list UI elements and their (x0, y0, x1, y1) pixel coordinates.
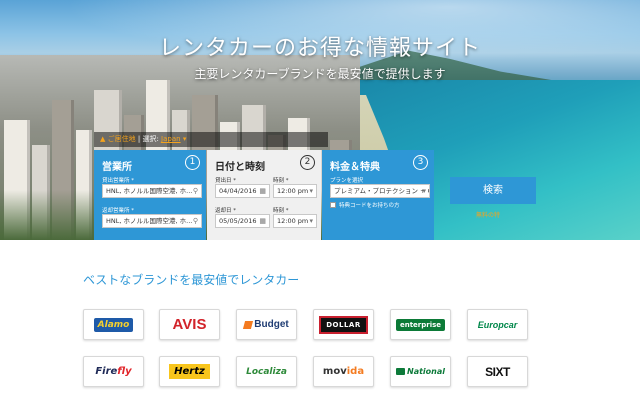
pin-icon: ⚲ (192, 187, 198, 195)
residence-country-link[interactable]: Japan (161, 135, 181, 143)
pickup-date-label: 貸出日 * (215, 178, 236, 184)
pickup-location-value: HNL, ホノルル国際空港, ホ... (106, 187, 193, 195)
pickup-date-value: 04/04/2016 (219, 187, 257, 195)
brand-enterprise[interactable]: enterprise (390, 309, 451, 340)
hero-subtitle: 主要レンタカーブランドを最安値で提供します (194, 67, 446, 81)
movida-logo: movida (323, 366, 364, 377)
localiza-logo: Localiza (246, 366, 287, 377)
firefly-logo-suffix: fly (117, 366, 132, 377)
brand-national[interactable]: National (390, 356, 451, 387)
plan-label: プランを選択 (330, 178, 364, 184)
rate-panel-title: 料金＆特典 (330, 162, 380, 173)
return-date-label: 返却日 * (215, 208, 236, 214)
rate-panel: 料金＆特典 3 プランを選択 プレミアム・プロテクション + GPS ▾ 特典コ… (322, 150, 434, 240)
promo-code-checkbox[interactable] (330, 202, 336, 208)
return-location-input[interactable]: HNL, ホノルル国際空港, ホ... ⚲ (102, 214, 202, 228)
plan-select[interactable]: プレミアム・プロテクション + GPS ▾ (330, 184, 430, 198)
europcar-logo: Europcar (477, 319, 518, 330)
brand-budget[interactable]: Budget (236, 309, 297, 340)
chevron-down-icon: ▾ (309, 187, 313, 195)
national-logo: National (407, 367, 445, 376)
search-button[interactable]: 検索 (450, 177, 536, 204)
brand-avis[interactable]: AVIS (159, 309, 220, 340)
budget-logo: Budget (254, 319, 289, 330)
chevron-down-icon: ▾ (422, 187, 426, 195)
enterprise-logo: enterprise (395, 318, 446, 331)
location-panel: 営業所 1 貸出営業所 * HNL, ホノルル国際空港, ホ... ⚲ 返却営業… (94, 150, 206, 240)
hertz-logo: Hertz (169, 364, 210, 379)
brand-movida[interactable]: movida (313, 356, 374, 387)
location-panel-title: 営業所 (102, 162, 132, 173)
national-mark-icon (396, 368, 405, 375)
brand-alamo[interactable]: Alamo (83, 309, 144, 340)
residence-label: ご居住地 (107, 135, 136, 143)
hero-title: レンタカーのお得な情報サイト (158, 36, 481, 61)
firefly-logo: Firefly (95, 366, 131, 377)
promo-code-label[interactable]: 特典コードをお持ちの方 (339, 201, 400, 209)
plan-value: プレミアム・プロテクション + GPS (334, 187, 429, 195)
brand-localiza[interactable]: Localiza (236, 356, 297, 387)
pickup-date-input[interactable]: 04/04/2016 ▦ (215, 184, 270, 198)
step-2-badge: 2 (300, 155, 315, 170)
residence-select-text: 選択: (142, 135, 159, 143)
brand-firefly[interactable]: Firefly (83, 356, 144, 387)
chevron-down-icon: ▾ (309, 217, 313, 225)
return-location-label: 返却営業所 * (102, 208, 134, 214)
brand-dollar[interactable]: DOLLAR (313, 309, 374, 340)
residence-separator: | (137, 135, 141, 143)
pickup-time-value: 12:00 pm (277, 187, 309, 195)
warning-icon: ▲ (100, 135, 106, 143)
brand-europcar[interactable]: Europcar (467, 309, 528, 340)
return-time-value: 12:00 pm (277, 217, 309, 225)
firefly-logo-prefix: Fire (95, 366, 118, 377)
step-3-badge: 3 (413, 155, 428, 170)
sixt-logo: SIXT (485, 364, 510, 379)
avis-logo: AVIS (172, 316, 207, 333)
calendar-icon: ▦ (259, 217, 266, 225)
alamo-logo: Alamo (93, 317, 134, 332)
pickup-time-select[interactable]: 12:00 pm ▾ (273, 184, 317, 198)
return-time-label: 時刻 * (273, 208, 289, 214)
dollar-logo: DOLLAR (319, 315, 368, 334)
pickup-location-label: 貸出営業所 * (102, 178, 134, 184)
brands-section-title: ベストなブランドを最安値でレンタカー (83, 273, 300, 287)
return-location-value: HNL, ホノルル国際空港, ホ... (106, 217, 193, 225)
movida-logo-suffix: ida (346, 366, 365, 377)
residence-bar: ▲ ご居住地 | 選択: Japan ▾ (94, 132, 328, 147)
pin-icon: ⚲ (192, 217, 198, 225)
movida-logo-prefix: mov (322, 366, 347, 377)
budget-mark-icon (243, 320, 254, 329)
brand-hertz[interactable]: Hertz (159, 356, 220, 387)
pickup-location-input[interactable]: HNL, ホノルル国際空港, ホ... ⚲ (102, 184, 202, 198)
step-1-badge: 1 (185, 155, 200, 170)
free-note-link[interactable]: 無料の特 (476, 210, 500, 219)
calendar-icon: ▦ (259, 187, 266, 195)
pickup-time-label: 時刻 * (273, 178, 289, 184)
brand-sixt[interactable]: SIXT (467, 356, 528, 387)
return-time-select[interactable]: 12:00 pm ▾ (273, 214, 317, 228)
datetime-panel: 日付と時刻 2 貸出日 * 04/04/2016 ▦ 時刻 * 12:00 pm… (207, 150, 321, 240)
chevron-down-icon[interactable]: ▾ (183, 135, 187, 143)
return-date-value: 05/05/2016 (219, 217, 257, 225)
datetime-panel-title: 日付と時刻 (215, 162, 265, 173)
return-date-input[interactable]: 05/05/2016 ▦ (215, 214, 270, 228)
